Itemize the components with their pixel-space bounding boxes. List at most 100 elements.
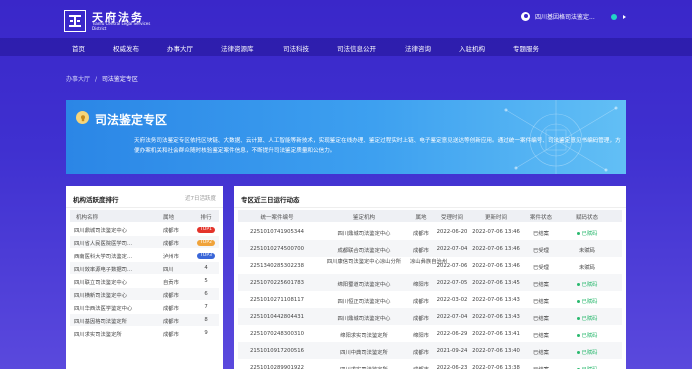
case-number[interactable]: 2251070248300310 — [242, 331, 312, 337]
code-status: 已赋码 — [564, 280, 610, 288]
breadcrumb-home[interactable]: 办事大厅 — [66, 76, 90, 83]
rank-value: 6 — [196, 291, 216, 297]
update-time: 2022-07-06 13:45 — [472, 279, 520, 286]
case-number[interactable]: 2151010917200516 — [242, 348, 312, 354]
table-row[interactable]: 2251010741905344 四川鼎城司法鉴定中心 成都市 2022-06-20 2… — [238, 223, 622, 240]
rank-value: TOP3 — [196, 252, 216, 259]
institution-name[interactable]: 四川横新司法鉴定中心 — [74, 291, 156, 299]
case-status: 已结案 — [533, 298, 549, 305]
institution-area: 成都市 — [163, 228, 179, 234]
table-row[interactable]: 2151010917200516 四川中典司法鉴定所 成都市 2021-09-24 20… — [238, 342, 622, 359]
nav-item-law-library[interactable]: 法律资源库 — [221, 43, 254, 53]
user-name[interactable]: 四川基因格司法鉴定... — [535, 12, 605, 21]
update-time: 2022-07-06 13:46 — [472, 262, 520, 269]
institution-name[interactable]: 四川基因格司法鉴定所 — [74, 317, 156, 325]
table-row[interactable]: 2251010442804431 四川鼎城司法鉴定中心 成都市 2022-07-04 2… — [238, 308, 622, 325]
user-avatar-icon[interactable] — [521, 12, 530, 21]
case-area: 成都市 — [413, 349, 429, 356]
case-status: 已结案 — [533, 281, 549, 288]
table-row[interactable]: 四川效率源电子数据司... 四川 4 — [70, 262, 219, 274]
institution-name[interactable]: 四川省人民医院医学司... — [74, 239, 156, 247]
institution-name[interactable]: 四川效率源电子数据司... — [74, 265, 156, 273]
table-row[interactable]: 四川横新司法鉴定中心 成都市 6 — [70, 288, 219, 300]
table-row[interactable]: 四川求实司法鉴定所 成都市 9 — [70, 327, 219, 339]
code-status: 已赋码 — [564, 229, 610, 237]
case-status: 已结案 — [533, 332, 549, 339]
case-status: 已结案 — [533, 349, 549, 356]
case-number[interactable]: 2251010289901922 — [242, 365, 312, 369]
case-area: 成都市 — [413, 315, 429, 322]
institution-name[interactable]: 四川鼎城司法鉴定中心 — [74, 226, 156, 234]
institution-name[interactable]: 四川联立司法鉴定中心 — [74, 278, 156, 286]
table-row[interactable]: 西南医科大学司法鉴定... 泸州市 TOP3 — [70, 249, 219, 261]
table-row[interactable]: 四川联立司法鉴定中心 自贡市 5 — [70, 275, 219, 287]
column-header: 统一案件编号 — [260, 215, 294, 221]
banner: 司法鉴定专区 天府法务司法鉴定专区依托区块链、大数据、云计算、人工智能等新技术，… — [66, 100, 626, 174]
panel-title: 机构活跃度排行 — [73, 196, 119, 204]
logo-emblem-icon-svg — [69, 15, 81, 27]
status-dot-icon — [576, 350, 580, 354]
case-number[interactable]: 2251010741905344 — [242, 229, 312, 235]
table-row[interactable]: 2251010289901922 四川求实司法鉴定所成都市 2022-06-23 20… — [238, 359, 622, 369]
case-activity-panel: 专区近三日运行动态 统一案件编号 鉴定机构 属地 受理时间 更新时间 案件状态 … — [234, 186, 626, 369]
code-status-label: 已赋码 — [581, 281, 598, 288]
case-status: 已结案 — [533, 230, 549, 237]
status-dot-icon — [576, 231, 580, 235]
accept-date: 2022-07-05 — [436, 279, 468, 286]
code-status: 已赋码 — [564, 348, 610, 356]
table-row[interactable]: 四川省人民医院医学司... 成都市 TOP2 — [70, 236, 219, 248]
caret-right-icon[interactable] — [623, 14, 626, 19]
institution-name[interactable]: 四川求实司法鉴定所 — [74, 330, 156, 338]
institution-name[interactable]: 四川华西法医学鉴定中心 — [74, 304, 156, 312]
nav-item-judicial-info[interactable]: 司法信息公开 — [337, 43, 376, 53]
rank-value: TOP1 — [196, 226, 216, 233]
code-status-label: 已赋码 — [581, 349, 598, 356]
nav-item-institutions[interactable]: 入驻机构 — [459, 43, 485, 53]
institution-area: 成都市 — [163, 306, 179, 312]
banner-title: 司法鉴定专区 — [95, 113, 168, 127]
nav-item-home[interactable]: 首页 — [72, 43, 85, 53]
table-row[interactable]: 四川鼎城司法鉴定中心 成都市 TOP1 — [70, 223, 219, 235]
table-row[interactable]: 四川基因格司法鉴定所 成都市 8 — [70, 314, 219, 326]
nav-item-judicial-tech[interactable]: 司法科技 — [283, 43, 309, 53]
appraisal-org: 四川鼎城司法鉴定中心 — [337, 315, 391, 322]
institution-name[interactable]: 西南医科大学司法鉴定... — [74, 252, 156, 260]
column-header: 排行 — [200, 215, 212, 221]
code-status-label: 已赋码 — [581, 298, 598, 305]
nav-item-announcements[interactable]: 权威发布 — [113, 43, 139, 53]
code-status-label: 已赋码 — [581, 230, 598, 237]
update-time: 2022-07-06 13:43 — [472, 313, 520, 320]
panel-title: 专区近三日运行动态 — [241, 196, 300, 204]
institution-area: 成都市 — [163, 332, 179, 338]
column-header: 更新时间 — [484, 215, 507, 221]
table-row[interactable]: 2251010274500700 成都联合司法鉴定中心 成都市 2022-07-04 2… — [238, 240, 622, 257]
column-header: 属地 — [163, 215, 175, 221]
rank-value: 4 — [196, 265, 216, 271]
nav-item-topics[interactable]: 专题服务 — [513, 43, 539, 53]
table-row[interactable]: 2251070248300310 绵阳求实司法鉴定所 绵阳市 2022-06-29 20… — [238, 325, 622, 342]
breadcrumb-current: 司法鉴定专区 — [101, 76, 138, 83]
code-status-label: 未赋码 — [579, 264, 595, 271]
case-number[interactable]: 2251010442804431 — [242, 314, 312, 320]
case-number[interactable]: 2251010274500700 — [242, 246, 312, 252]
code-status-label: 已赋码 — [581, 315, 598, 322]
code-status-label: 未赋码 — [579, 247, 595, 254]
case-number[interactable]: 2251010271108117 — [242, 297, 312, 303]
status-dot-icon — [611, 13, 617, 20]
accept-date: 2022-07-04 — [436, 313, 468, 320]
table-row[interactable]: 四川华西法医学鉴定中心 成都市 7 — [70, 301, 219, 313]
accept-date: 2022-07-06 — [436, 262, 468, 269]
code-status: 未赋码 — [564, 263, 610, 271]
table-row[interactable]: 2251070225601783 绵阳蜀道司法鉴定中心 绵阳市 2022-07-05 2… — [238, 274, 622, 291]
logo-subtitle: Tianfu Central Legal Services District — [92, 21, 151, 31]
user-menu[interactable]: 四川基因格司法鉴定... — [521, 12, 626, 21]
logo-emblem-icon[interactable] — [64, 10, 86, 32]
institution-area: 四川 — [163, 267, 174, 273]
appraisal-org: 绵阳蜀道司法鉴定中心 — [337, 281, 391, 288]
nav-item-legal-consult[interactable]: 法律咨询 — [405, 43, 431, 53]
table-row[interactable]: 2251010271108117 四川恒正司法鉴定中心 成都市 2022-03-02 2… — [238, 291, 622, 308]
case-number[interactable]: 2251340285302238 — [242, 263, 312, 269]
nav-item-service-hall[interactable]: 办事大厅 — [167, 43, 193, 53]
case-number[interactable]: 2251070225601783 — [242, 280, 312, 286]
table-row[interactable]: 2251340285302238 四川康信司法鉴定中心凉山分所 凉山彝族自治州 202… — [238, 257, 622, 274]
